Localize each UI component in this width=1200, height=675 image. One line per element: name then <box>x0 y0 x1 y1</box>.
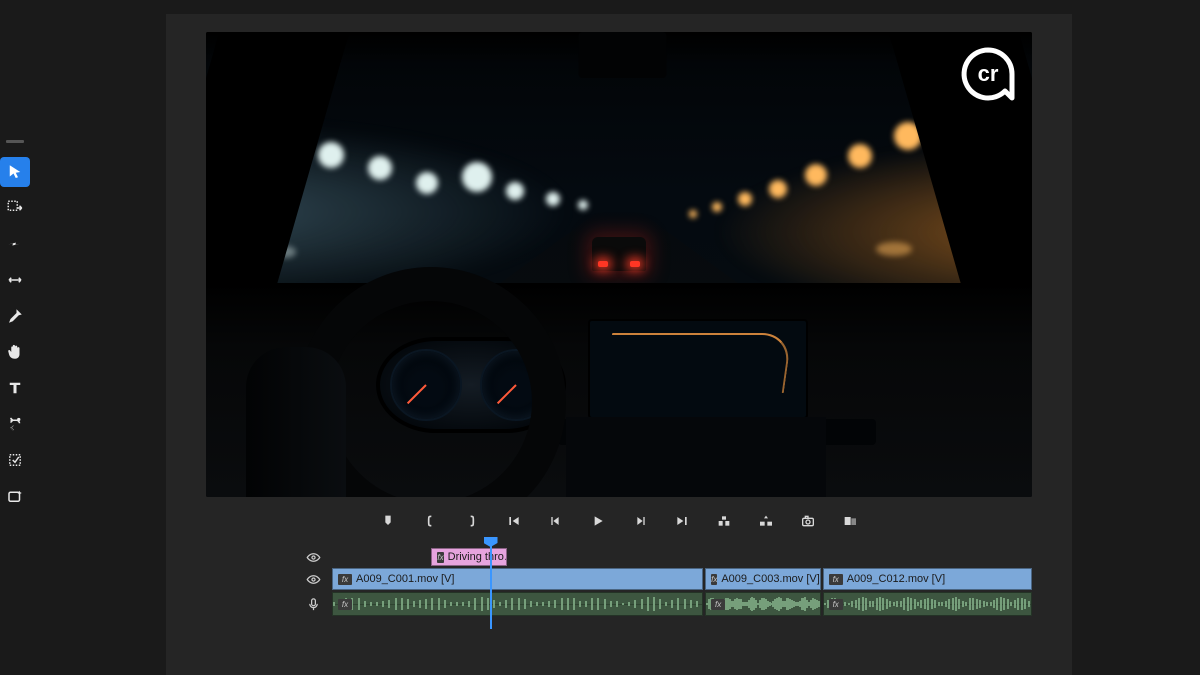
fx-badge-icon: fx <box>338 574 352 585</box>
track-select-forward-tool[interactable] <box>0 193 30 223</box>
svg-text:cr: cr <box>978 61 999 86</box>
clip-v1-0[interactable]: fx A009_C001.mov [V] <box>332 568 703 590</box>
fx-badge-icon: fx <box>711 599 725 610</box>
step-forward-button[interactable] <box>630 511 650 531</box>
rate-stretch-tool[interactable] <box>0 265 30 295</box>
rearview-mirror <box>579 32 667 78</box>
fx-badge-icon: fx <box>829 574 843 585</box>
playhead[interactable] <box>490 545 492 629</box>
preview-viewport[interactable]: cr <box>206 32 1032 497</box>
type-tool[interactable] <box>0 373 30 403</box>
generate-tool[interactable] <box>0 481 30 511</box>
fx-badge-icon: fx <box>338 599 352 610</box>
front-vehicle <box>592 237 646 271</box>
content-wrap: cr <box>30 0 1200 675</box>
edit-tool[interactable] <box>0 445 30 475</box>
app-root: cr <box>0 0 1200 675</box>
eye-icon[interactable] <box>304 570 322 588</box>
go-to-out-button[interactable] <box>672 511 692 531</box>
eye-icon[interactable] <box>304 548 322 566</box>
extract-button[interactable] <box>756 511 776 531</box>
clip-a1-0[interactable]: fx <box>332 592 703 616</box>
waveform <box>333 593 702 615</box>
add-marker-button[interactable] <box>378 511 398 531</box>
fx-badge-icon: fx <box>711 574 717 585</box>
transport-controls <box>206 497 1032 539</box>
clip-v2-0[interactable]: fx Driving thro… [V] <box>431 548 507 566</box>
clip-a1-2[interactable]: fx <box>823 592 1032 616</box>
right-panel-strip <box>1072 0 1200 675</box>
driver-hand <box>246 347 346 497</box>
clip-label: A009_C001.mov [V] <box>356 573 454 585</box>
remix-tool[interactable] <box>0 409 30 439</box>
export-frame-button[interactable] <box>798 511 818 531</box>
clip-label: A009_C003.mov [V] <box>721 573 819 585</box>
top-bar <box>166 0 1072 14</box>
play-button[interactable] <box>588 511 608 531</box>
comparison-view-button[interactable] <box>840 511 860 531</box>
clip-v1-1[interactable]: fx A009_C003.mov [V] <box>705 568 821 590</box>
program-monitor: cr <box>166 14 1072 547</box>
selection-tool[interactable] <box>0 157 30 187</box>
track-a1[interactable]: fx fx fx <box>332 591 1032 617</box>
left-panel-strip <box>30 0 166 675</box>
car-dashboard <box>206 283 1032 497</box>
go-to-in-button[interactable] <box>504 511 524 531</box>
fx-badge-icon: fx <box>829 599 843 610</box>
waveform <box>824 593 1031 615</box>
clip-v1-2[interactable]: fx A009_C012.mov [V] <box>823 568 1032 590</box>
mark-out-button[interactable] <box>462 511 482 531</box>
ripple-edit-tool[interactable] <box>0 229 30 259</box>
infotainment-screen <box>588 319 808 419</box>
step-back-button[interactable] <box>546 511 566 531</box>
track-v1[interactable]: fx A009_C001.mov [V] fx A009_C003.mov [V… <box>332 567 1032 591</box>
timeline-panel: fx Driving thro… [V] <box>166 547 1072 675</box>
mic-icon[interactable] <box>304 595 322 613</box>
track-v2[interactable]: fx Driving thro… [V] <box>332 547 1032 567</box>
clip-label: Driving thro… [V] <box>448 551 507 563</box>
watermark-badge: cr <box>960 46 1016 102</box>
pen-tool[interactable] <box>0 301 30 331</box>
hand-tool[interactable] <box>0 337 30 367</box>
tool-sidebar <box>0 0 30 675</box>
fx-badge-icon: fx <box>437 552 443 563</box>
center-column: cr <box>166 0 1072 675</box>
clip-a1-1[interactable]: fx <box>705 592 821 616</box>
lift-button[interactable] <box>714 511 734 531</box>
mark-in-button[interactable] <box>420 511 440 531</box>
panel-grip[interactable] <box>6 140 24 143</box>
clip-label: A009_C012.mov [V] <box>847 573 945 585</box>
